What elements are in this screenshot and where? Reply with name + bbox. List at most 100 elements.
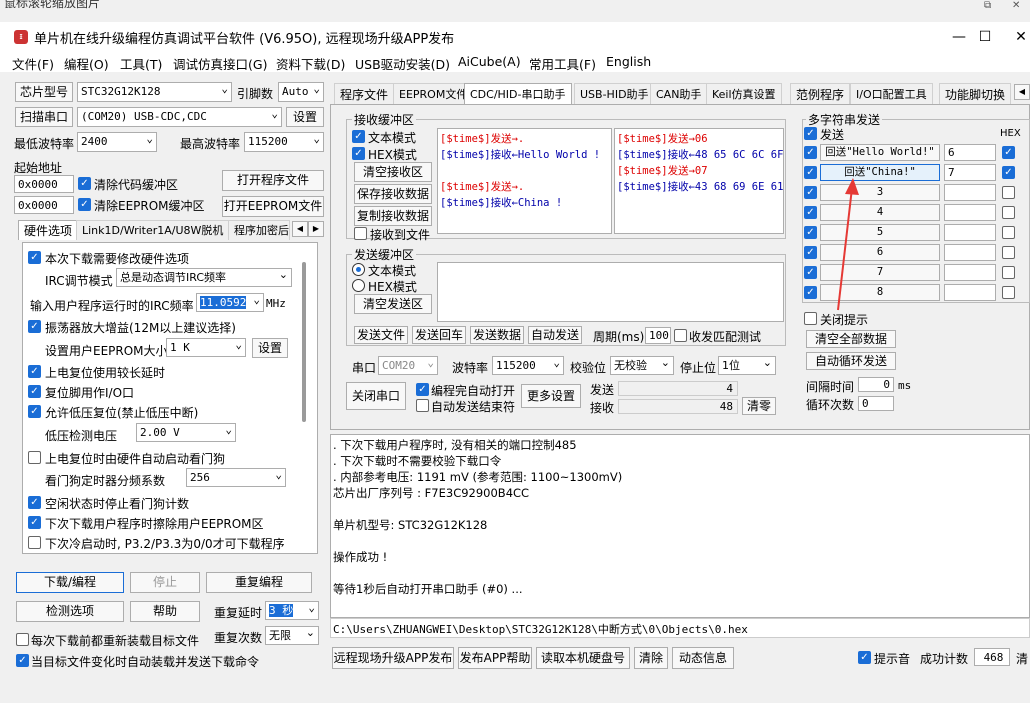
send-hex-mode-radio[interactable] (352, 279, 365, 292)
period-input[interactable]: 100 (645, 327, 671, 344)
open-program-file-button[interactable]: 打开程序文件 (222, 170, 324, 191)
multi-row-checkbox[interactable]: ✓ (804, 246, 817, 259)
pin-count-select[interactable]: Auto (278, 82, 324, 102)
recv-text-mode-checkbox[interactable]: ✓ (352, 130, 365, 143)
send-file-button[interactable]: 发送文件 (354, 326, 408, 344)
multi-row-hex-checkbox[interactable] (1002, 286, 1015, 299)
scan-port-button[interactable]: 扫描串口 (15, 107, 73, 127)
send-text-area[interactable] (437, 262, 784, 322)
multi-send-checkbox[interactable]: ✓ (804, 127, 817, 140)
tab-hardware-options[interactable]: 硬件选项 (18, 220, 79, 240)
opt-idle-wdt-checkbox[interactable]: ✓ (28, 496, 41, 509)
close-small-icon[interactable]: ✕ (1012, 0, 1030, 11)
success-clear-button[interactable]: 清 (1016, 650, 1028, 667)
eeprom-address-input[interactable]: 0x0000 (14, 196, 74, 214)
tab-can[interactable]: CAN助手 (650, 83, 708, 105)
low-volt-select[interactable]: 2.00 V (136, 423, 236, 442)
main-tab-scroll-icon[interactable]: ◀ (1014, 84, 1030, 100)
more-settings-button[interactable]: 更多设置 (521, 384, 581, 408)
multi-row-input[interactable]: 7 (944, 164, 996, 181)
menu-common-tools[interactable]: 常用工具(F) (529, 54, 596, 73)
send-text-mode-radio[interactable] (352, 263, 365, 276)
auto-loop-send-button[interactable]: 自动循环发送 (806, 352, 896, 370)
menu-tools[interactable]: 工具(T) (120, 54, 162, 73)
reprogram-button[interactable]: 重复编程 (206, 572, 312, 593)
auto-send-button[interactable]: 自动发送 (528, 326, 582, 344)
serial-port-select[interactable]: COM20 (378, 356, 438, 375)
publish-help-button[interactable]: 发布APP帮助 (458, 647, 532, 669)
remote-publish-button[interactable]: 远程现场升级APP发布 (332, 647, 454, 669)
eeprom-size-select[interactable]: 1 K (166, 338, 246, 357)
repeat-delay-select[interactable]: 3 秒 (265, 601, 319, 620)
irc-freq-select[interactable]: 11.0592 (196, 293, 264, 312)
log-area[interactable]: . 下次下载用户程序时, 没有相关的端口控制485 . 下次下载时不需要校验下载… (330, 434, 1030, 618)
multi-row-hex-checkbox[interactable] (1002, 186, 1015, 199)
code-address-input[interactable]: 0x0000 (14, 175, 74, 193)
menu-aicube[interactable]: AiCube(A) (458, 54, 521, 69)
port-settings-button[interactable]: 设置 (286, 107, 324, 127)
tab-eeprom-file[interactable]: EEPROM文件 (393, 83, 474, 105)
receive-hex-area[interactable]: [$time$]发送→06 [$time$]接收←48 65 6C 6C 6F … (614, 128, 784, 234)
multi-row-checkbox[interactable]: ✓ (804, 166, 817, 179)
tab-link1d[interactable]: Link1D/Writer1A/U8W脱机 (76, 220, 230, 240)
stop-bits-select[interactable]: 1位 (718, 356, 776, 375)
max-baud-select[interactable]: 115200 (244, 132, 324, 152)
multi-row-hex-checkbox[interactable]: ✓ (1002, 166, 1015, 179)
opt-wdt-auto-checkbox[interactable] (28, 451, 41, 464)
multi-row-hex-checkbox[interactable]: ✓ (1002, 146, 1015, 159)
multi-row-input[interactable]: 6 (944, 144, 996, 161)
multi-row-send-button[interactable]: 回送"Hello World!" (820, 144, 940, 161)
min-baud-select[interactable]: 2400 (77, 132, 157, 152)
multi-row-input[interactable] (944, 184, 996, 201)
clear-eeprom-checkbox[interactable]: ✓ (78, 198, 91, 211)
multi-row-input[interactable] (944, 264, 996, 281)
auto-send-end-checkbox[interactable] (416, 399, 429, 412)
match-test-checkbox[interactable] (674, 329, 687, 342)
irc-mode-select[interactable]: 总是动态调节IRC频率 (116, 268, 292, 287)
read-disk-button[interactable]: 读取本机硬盘号 (536, 647, 630, 669)
menu-download[interactable]: 资料下载(D) (276, 54, 345, 73)
close-port-button[interactable]: 关闭串口 (346, 382, 406, 410)
copy-receive-button[interactable]: 复制接收数据 (354, 206, 432, 226)
close-button[interactable]: ✕ (998, 26, 1030, 48)
clear-log-button[interactable]: 清除 (634, 647, 668, 669)
wdt-divider-select[interactable]: 256 (186, 468, 286, 487)
multi-row-input[interactable] (944, 224, 996, 241)
clear-receive-button[interactable]: 清空接收区 (354, 162, 432, 182)
opt-modify-hardware-checkbox[interactable]: ✓ (28, 251, 41, 264)
receive-to-file-checkbox[interactable] (354, 227, 367, 240)
open-eeprom-file-button[interactable]: 打开EEPROM文件 (222, 196, 324, 217)
parity-select[interactable]: 无校验 (610, 356, 674, 375)
opt-reset-io-checkbox[interactable]: ✓ (28, 385, 41, 398)
stop-button[interactable]: 停止 (130, 572, 200, 593)
dynamic-info-button[interactable]: 动态信息 (672, 647, 734, 669)
send-enter-button[interactable]: 发送回车 (412, 326, 466, 344)
repeat-count-select[interactable]: 无限 (265, 626, 319, 645)
multi-row-input[interactable] (944, 204, 996, 221)
tab-serial-assistant[interactable]: CDC/HID-串口助手 (464, 83, 572, 105)
clear-count-button[interactable]: 清零 (742, 397, 776, 415)
multi-row-checkbox[interactable]: ✓ (804, 226, 817, 239)
menu-english[interactable]: English (606, 54, 651, 69)
restore-icon[interactable]: ⧉ (984, 0, 1004, 11)
opt-erase-eeprom-checkbox[interactable]: ✓ (28, 516, 41, 529)
port-select[interactable]: (COM20) USB-CDC,CDC (77, 107, 282, 127)
multi-row-hex-checkbox[interactable] (1002, 266, 1015, 279)
check-options-button[interactable]: 检测选项 (16, 601, 124, 622)
multi-row-hex-checkbox[interactable] (1002, 206, 1015, 219)
opt-osc-gain-checkbox[interactable]: ✓ (28, 320, 41, 333)
multi-row-checkbox[interactable]: ✓ (804, 286, 817, 299)
tab-keil[interactable]: Keil仿真设置 (706, 83, 782, 105)
menu-debug[interactable]: 调试仿真接口(G) (173, 54, 267, 73)
opt-cold-boot-checkbox[interactable] (28, 536, 41, 549)
menu-usb-driver[interactable]: USB驱动安装(D) (355, 54, 450, 73)
eeprom-settings-button[interactable]: 设置 (252, 338, 288, 358)
interval-input[interactable]: 0 (858, 377, 894, 392)
loop-count-input[interactable]: 0 (858, 396, 894, 411)
multi-row-checkbox[interactable]: ✓ (804, 146, 817, 159)
save-receive-button[interactable]: 保存接收数据 (354, 184, 432, 204)
clear-code-checkbox[interactable]: ✓ (78, 177, 91, 190)
auto-reload-checkbox[interactable]: ✓ (16, 654, 29, 667)
multi-row-checkbox[interactable]: ✓ (804, 266, 817, 279)
menu-program[interactable]: 编程(O) (64, 54, 109, 73)
